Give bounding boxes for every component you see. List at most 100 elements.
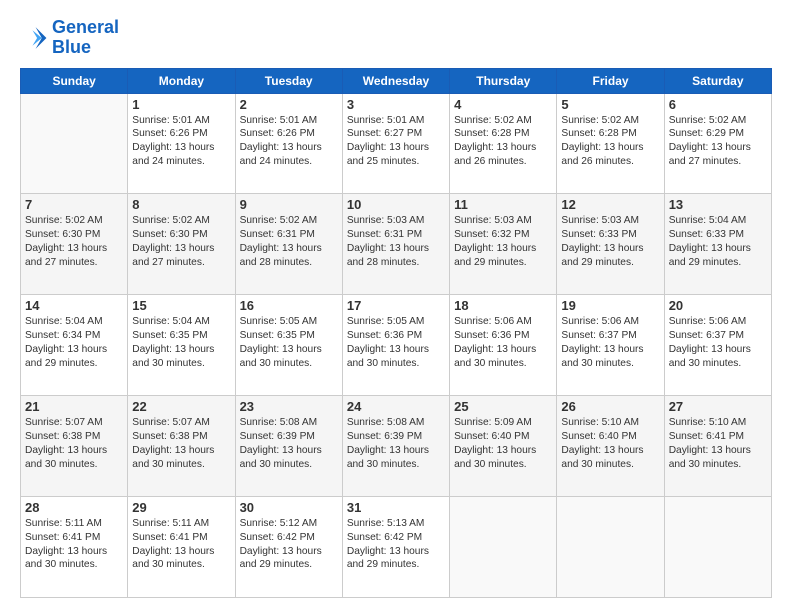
sunset-text: Sunset: 6:33 PM	[669, 228, 767, 242]
sunset-text: Sunset: 6:35 PM	[132, 329, 230, 343]
calendar-cell: 10Sunrise: 5:03 AMSunset: 6:31 PMDayligh…	[342, 194, 449, 295]
daylight-text-cont: and 27 minutes.	[132, 256, 230, 270]
calendar-cell: 21Sunrise: 5:07 AMSunset: 6:38 PMDayligh…	[21, 396, 128, 497]
sunset-text: Sunset: 6:26 PM	[132, 127, 230, 141]
day-number: 31	[347, 500, 445, 515]
day-number: 29	[132, 500, 230, 515]
daylight-text-cont: and 30 minutes.	[454, 458, 552, 472]
daylight-text-cont: and 30 minutes.	[132, 558, 230, 572]
daylight-text-cont: and 30 minutes.	[561, 357, 659, 371]
sunrise-text: Sunrise: 5:11 AM	[132, 517, 230, 531]
calendar-cell	[21, 93, 128, 194]
daylight-text: Daylight: 13 hours	[132, 242, 230, 256]
calendar-cell: 2Sunrise: 5:01 AMSunset: 6:26 PMDaylight…	[235, 93, 342, 194]
daylight-text: Daylight: 13 hours	[240, 545, 338, 559]
day-number: 21	[25, 399, 123, 414]
calendar-week-5: 28 Sunrise: 5:11 AMSunset: 6:41 PM Dayligh…	[21, 497, 772, 598]
daylight-text: Daylight: 13 hours	[454, 141, 552, 155]
sunset-text: Sunset: 6:40 PM	[454, 430, 552, 444]
sunset-text: Sunset: 6:31 PM	[347, 228, 445, 242]
calendar-cell: 6Sunrise: 5:02 AMSunset: 6:29 PMDaylight…	[664, 93, 771, 194]
calendar-cell: 20Sunrise: 5:06 AMSunset: 6:37 PMDayligh…	[664, 295, 771, 396]
sunset-text: Sunset: 6:32 PM	[454, 228, 552, 242]
calendar-cell	[557, 497, 664, 598]
calendar-cell: 27Sunrise: 5:10 AMSunset: 6:41 PMDayligh…	[664, 396, 771, 497]
day-header-thursday: Thursday	[450, 68, 557, 93]
daylight-text: Daylight: 13 hours	[240, 242, 338, 256]
calendar-cell: 12Sunrise: 5:03 AMSunset: 6:33 PMDayligh…	[557, 194, 664, 295]
calendar-cell: 31Sunrise: 5:13 AMSunset: 6:42 PMDayligh…	[342, 497, 449, 598]
daylight-text-cont: and 29 minutes.	[25, 357, 123, 371]
day-number: 26	[561, 399, 659, 414]
sunset-text: Sunset: 6:34 PM	[25, 329, 123, 343]
logo: General Blue	[20, 18, 119, 58]
calendar-cell: 5Sunrise: 5:02 AMSunset: 6:28 PMDaylight…	[557, 93, 664, 194]
daylight-text: Daylight: 13 hours	[669, 242, 767, 256]
daylight-text: Daylight: 13 hours	[454, 242, 552, 256]
daylight-text: Daylight: 13 hours	[669, 343, 767, 357]
daylight-text-cont: and 30 minutes.	[25, 558, 123, 572]
sunrise-text: Sunrise: 5:06 AM	[561, 315, 659, 329]
daylight-text-cont: and 24 minutes.	[240, 155, 338, 169]
day-number: 16	[240, 298, 338, 313]
daylight-text: Daylight: 13 hours	[132, 444, 230, 458]
sunrise-text: Sunrise: 5:01 AM	[132, 114, 230, 128]
sunrise-text: Sunrise: 5:02 AM	[132, 214, 230, 228]
sunset-text: Sunset: 6:39 PM	[240, 430, 338, 444]
day-header-tuesday: Tuesday	[235, 68, 342, 93]
daylight-text-cont: and 30 minutes.	[240, 458, 338, 472]
day-number: 22	[132, 399, 230, 414]
daylight-text-cont: and 29 minutes.	[240, 558, 338, 572]
daylight-text-cont: and 30 minutes.	[132, 357, 230, 371]
daylight-text-cont: and 25 minutes.	[347, 155, 445, 169]
calendar-cell: 26Sunrise: 5:10 AMSunset: 6:40 PMDayligh…	[557, 396, 664, 497]
sunrise-text: Sunrise: 5:06 AM	[454, 315, 552, 329]
sunrise-text: Sunrise: 5:05 AM	[240, 315, 338, 329]
day-number: 17	[347, 298, 445, 313]
sunset-text: Sunset: 6:35 PM	[240, 329, 338, 343]
sunset-text: Sunset: 6:38 PM	[132, 430, 230, 444]
day-number: 13	[669, 197, 767, 212]
sunset-text: Sunset: 6:28 PM	[454, 127, 552, 141]
sunset-text: Sunset: 6:42 PM	[240, 531, 338, 545]
daylight-text: Daylight: 13 hours	[240, 141, 338, 155]
header: General Blue	[20, 18, 772, 58]
day-number: 10	[347, 197, 445, 212]
day-number: 28	[25, 500, 123, 515]
daylight-text-cont: and 30 minutes.	[454, 357, 552, 371]
sunrise-text: Sunrise: 5:10 AM	[669, 416, 767, 430]
day-header-wednesday: Wednesday	[342, 68, 449, 93]
daylight-text: Daylight: 13 hours	[25, 242, 123, 256]
sunrise-text: Sunrise: 5:05 AM	[347, 315, 445, 329]
sunrise-text: Sunrise: 5:13 AM	[347, 517, 445, 531]
sunrise-text: Sunrise: 5:04 AM	[669, 214, 767, 228]
day-number: 19	[561, 298, 659, 313]
daylight-text: Daylight: 13 hours	[240, 444, 338, 458]
calendar-week-4: 21Sunrise: 5:07 AMSunset: 6:38 PMDayligh…	[21, 396, 772, 497]
calendar-cell: 24Sunrise: 5:08 AMSunset: 6:39 PMDayligh…	[342, 396, 449, 497]
sunrise-text: Sunrise: 5:06 AM	[669, 315, 767, 329]
daylight-text-cont: and 30 minutes.	[25, 458, 123, 472]
daylight-text: Daylight: 13 hours	[347, 545, 445, 559]
day-header-friday: Friday	[557, 68, 664, 93]
day-number: 6	[669, 97, 767, 112]
daylight-text-cont: and 30 minutes.	[561, 458, 659, 472]
sunset-text: Sunset: 6:31 PM	[240, 228, 338, 242]
sunset-text: Sunset: 6:30 PM	[25, 228, 123, 242]
logo-text: General Blue	[52, 18, 119, 58]
daylight-text-cont: and 29 minutes.	[454, 256, 552, 270]
calendar-cell: 1Sunrise: 5:01 AMSunset: 6:26 PMDaylight…	[128, 93, 235, 194]
daylight-text: Daylight: 13 hours	[561, 141, 659, 155]
daylight-text-cont: and 30 minutes.	[669, 458, 767, 472]
page: General Blue SundayMondayTuesdayWednesda…	[0, 0, 792, 612]
sunset-text: Sunset: 6:39 PM	[347, 430, 445, 444]
day-number: 14	[25, 298, 123, 313]
calendar-cell: 7Sunrise: 5:02 AMSunset: 6:30 PMDaylight…	[21, 194, 128, 295]
day-number: 23	[240, 399, 338, 414]
calendar-cell: 17Sunrise: 5:05 AMSunset: 6:36 PMDayligh…	[342, 295, 449, 396]
daylight-text: Daylight: 13 hours	[561, 444, 659, 458]
calendar-cell: 13 Sunrise: 5:04 AMSunset: 6:33 PMDayligh…	[664, 194, 771, 295]
logo-icon	[20, 24, 48, 52]
sunset-text: Sunset: 6:41 PM	[132, 531, 230, 545]
daylight-text: Daylight: 13 hours	[132, 343, 230, 357]
